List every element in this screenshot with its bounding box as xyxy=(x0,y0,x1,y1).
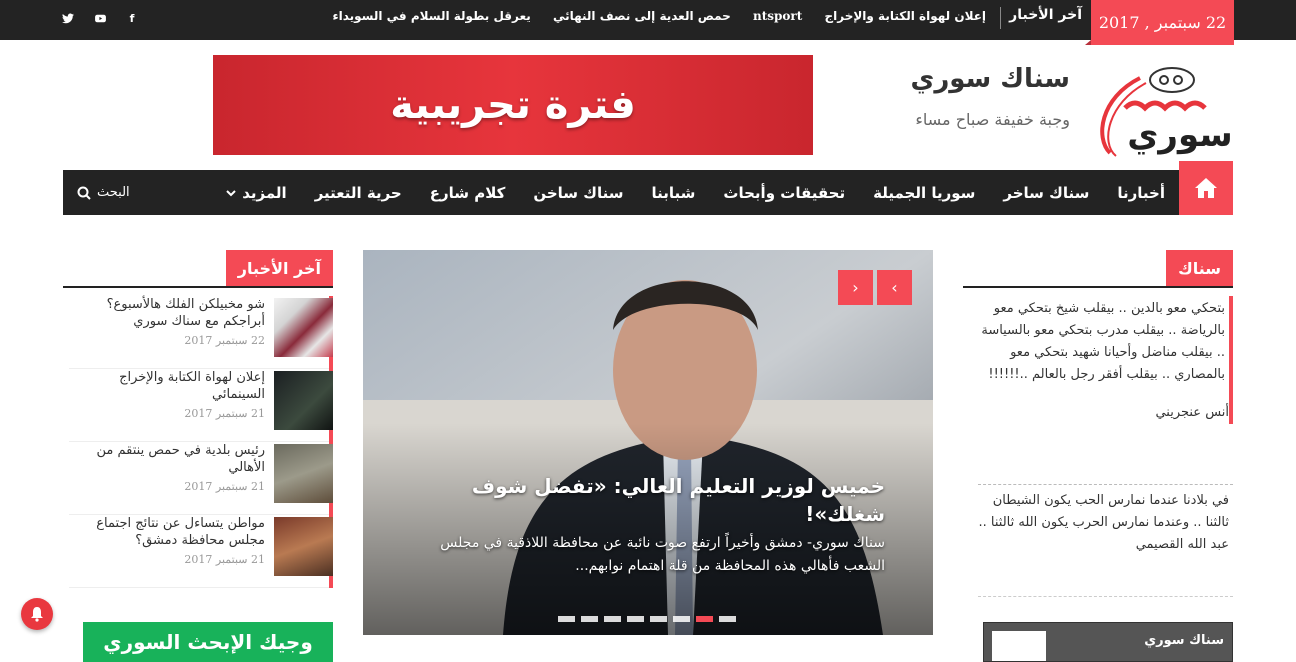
top-bar: 22 سبتمبر , 2017 آخر الأخبار إعلان لهواة… xyxy=(0,0,1296,45)
news-thumbnail[interactable] xyxy=(274,444,333,503)
nav-item-street-talk[interactable]: كلام شارع xyxy=(416,184,520,202)
site-logo[interactable]: سوري xyxy=(1080,58,1233,158)
ticker-label: آخر الأخبار xyxy=(1000,7,1082,29)
nav-more-dropdown[interactable]: المزيد xyxy=(212,184,300,202)
nav-item-news[interactable]: أخبارنا xyxy=(1103,184,1179,202)
nav-item-hot[interactable]: سناك ساخن xyxy=(519,184,637,202)
slider-dot[interactable] xyxy=(604,616,621,622)
list-item[interactable]: رئيس بلدية في حمص ينتقم من الأهالي 21 سب… xyxy=(69,442,333,515)
syrian-search-box[interactable]: وجيك الإبحث السوري xyxy=(83,622,333,662)
ticker-item[interactable]: حمص العدية إلى نصف النهائي xyxy=(553,9,731,23)
nav-item-beautiful-syria[interactable]: سوريا الجميلة xyxy=(859,184,989,202)
snack-title: سناك xyxy=(1166,250,1233,286)
search-button[interactable]: البحث xyxy=(77,185,130,200)
current-date: 22 سبتمبر , 2017 xyxy=(1085,0,1234,45)
latest-news-header: آخر الأخبار xyxy=(63,250,333,288)
home-icon xyxy=(1195,178,1217,198)
slider-next-button[interactable]: › xyxy=(877,270,912,305)
news-ticker[interactable]: إعلان لهواة الكتابة والإخراج ntsport حمص… xyxy=(326,9,986,23)
news-date: 21 سبتمبر 2017 xyxy=(184,480,265,493)
quote-text: في بلادنا عندما نمارس الحب يكون الشيطان … xyxy=(978,493,1229,530)
list-item[interactable]: إعلان لهواة الكتابة والإخراج السينمائي 2… xyxy=(69,369,333,442)
search-label: البحث xyxy=(97,185,130,200)
ticker-item[interactable]: يعرقل بطولة السلام في السويداء xyxy=(332,9,530,23)
site-tagline: وجبة خفيفة صباح مساء xyxy=(915,110,1070,129)
slider-dot[interactable] xyxy=(581,616,598,622)
news-title[interactable]: مواطن يتساءل عن نتائج اجتماع مجلس محافظة… xyxy=(73,515,265,549)
ticker-item[interactable]: إعلان لهواة الكتابة والإخراج xyxy=(824,9,986,23)
list-item[interactable]: شو مخبيلكن الفلك هالأسبوع؟ أبراجكم مع سن… xyxy=(69,296,333,369)
youtube-icon[interactable] xyxy=(92,10,108,26)
main-nav: أخبارنا سناك ساخر سوريا الجميلة تحقيقات … xyxy=(63,161,1233,215)
list-item[interactable]: مواطن يتساءل عن نتائج اجتماع مجلس محافظة… xyxy=(69,515,333,588)
nav-more-label: المزيد xyxy=(242,183,287,202)
news-date: 21 سبتمبر 2017 xyxy=(184,407,265,420)
divider xyxy=(978,484,1233,485)
news-title[interactable]: شو مخبيلكن الفلك هالأسبوع؟ أبراجكم مع سن… xyxy=(73,296,265,330)
chevron-down-icon xyxy=(226,189,236,196)
social-links: f xyxy=(60,10,140,26)
slider-dot[interactable] xyxy=(673,616,690,622)
news-title[interactable]: إعلان لهواة الكتابة والإخراج السينمائي xyxy=(73,369,265,403)
slide-excerpt: سناك سوري- دمشق وأخيراً ارتفع صوت نائبة … xyxy=(440,535,885,574)
quote-author: عبد الله القصيمي xyxy=(1135,537,1229,552)
snack-header: سناك xyxy=(963,250,1233,288)
slider-dot[interactable] xyxy=(558,616,575,622)
video-title[interactable]: سناك سوري xyxy=(1144,633,1224,648)
latest-news-list: شو مخبيلكن الفلك هالأسبوع؟ أبراجكم مع سن… xyxy=(69,296,333,588)
quote-card: في بلادنا عندما نمارس الحب يكون الشيطان … xyxy=(978,490,1233,556)
slider-dot[interactable] xyxy=(719,616,736,622)
video-thumbnail[interactable] xyxy=(992,631,1046,661)
quote-text: بتحكي معو بالدين .. بيقلب شيخ بتحكي معو … xyxy=(981,301,1225,382)
news-date: 21 سبتمبر 2017 xyxy=(184,553,265,566)
slider-prev-button[interactable]: ‹ xyxy=(838,270,873,305)
slider-dot[interactable] xyxy=(696,616,713,622)
nav-item-investigations[interactable]: تحقيقات وأبحاث xyxy=(709,184,859,202)
nav-item-satire[interactable]: سناك ساخر xyxy=(989,184,1103,202)
home-button[interactable] xyxy=(1179,161,1233,215)
news-title[interactable]: رئيس بلدية في حمص ينتقم من الأهالي xyxy=(73,442,265,476)
site-title[interactable]: سناك سوري xyxy=(911,64,1071,94)
ad-banner[interactable]: فترة تجريبية xyxy=(213,55,813,155)
ticker-item[interactable]: ntsport xyxy=(753,9,802,23)
nav-item-youth[interactable]: شبابنا xyxy=(638,184,710,202)
news-thumbnail[interactable] xyxy=(274,517,333,576)
banner-text: فترة تجريبية xyxy=(390,82,636,128)
divider xyxy=(978,596,1233,597)
slide-title[interactable]: خميس لوزير التعليم العالي: «تفضل شوف شغل… xyxy=(465,472,885,528)
notification-bell-button[interactable] xyxy=(21,598,53,630)
news-thumbnail[interactable] xyxy=(274,298,333,357)
latest-news-title: آخر الأخبار xyxy=(225,250,333,286)
quote-author: أنس عنجريني xyxy=(1155,405,1229,420)
bell-icon xyxy=(31,607,43,622)
nav-item-freedom[interactable]: حرية التعتير xyxy=(301,184,416,202)
logo-text: سوري xyxy=(1127,115,1230,155)
slider-dot[interactable] xyxy=(627,616,644,622)
quote-card: بتحكي معو بالدين .. بيقلب شيخ بتحكي معو … xyxy=(972,296,1233,424)
twitter-icon[interactable] xyxy=(60,10,76,26)
video-widget[interactable]: سناك سوري xyxy=(983,622,1233,662)
slider-dots xyxy=(558,616,736,622)
search-icon xyxy=(77,186,91,200)
news-thumbnail[interactable] xyxy=(274,371,333,430)
facebook-icon[interactable]: f xyxy=(124,10,140,26)
slider-dot[interactable] xyxy=(650,616,667,622)
news-date: 22 سبتمبر 2017 xyxy=(184,334,265,347)
